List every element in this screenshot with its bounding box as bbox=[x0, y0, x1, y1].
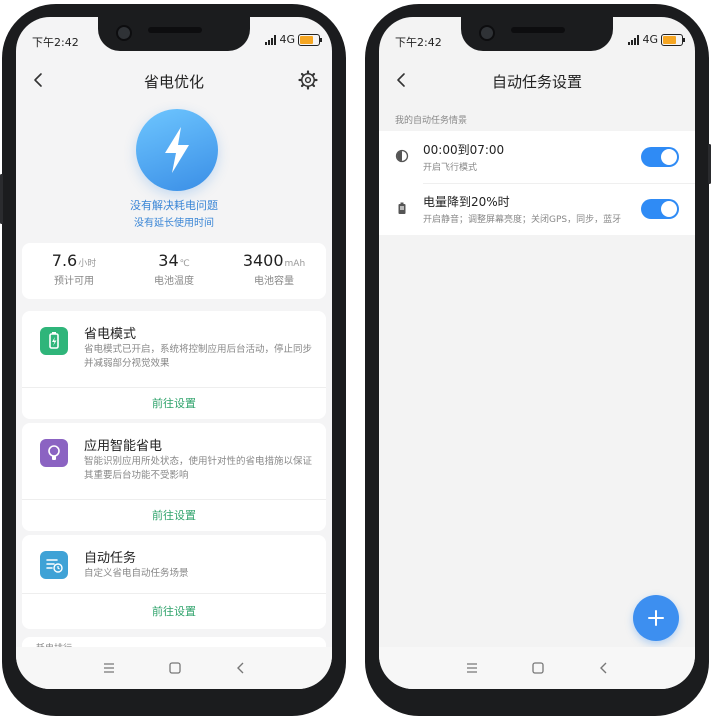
battery-saver-card: 省电模式 省电模式已开启，系统将控制应用后台活动，停止同步并减弱部分视觉效果 前… bbox=[22, 311, 326, 419]
navigation-bar bbox=[379, 647, 695, 689]
back-nav-icon[interactable] bbox=[595, 659, 613, 677]
network-type: 4G bbox=[642, 33, 658, 46]
battery-mode-icon bbox=[40, 327, 68, 355]
divider bbox=[22, 499, 326, 500]
page-title: 自动任务设置 bbox=[491, 73, 582, 91]
feature-desc: 智能识别应用所处状态，使用针对性的省电措施以保证其重要后台功能不受影响 bbox=[84, 456, 313, 481]
right-phone: 下午2:42 4G 自动任务设置 我的自动任务情景 00:00到07:00 开启… bbox=[365, 4, 711, 716]
lightbulb-icon bbox=[40, 439, 68, 467]
stat-unit: mAh bbox=[284, 259, 306, 269]
auto-task-card: 自动任务 自定义省电自动任务场景 前往设置 bbox=[22, 535, 326, 629]
home-icon[interactable] bbox=[529, 659, 547, 677]
task-item-airplane[interactable]: 00:00到07:00 开启飞行模式 bbox=[379, 131, 695, 184]
signal-icon bbox=[265, 34, 277, 45]
task-list-icon bbox=[40, 551, 68, 579]
task-item-low-battery[interactable]: 电量降到20%时 开启静音；调整屏幕亮度；关闭GPS，同步，蓝牙 bbox=[379, 183, 695, 235]
notch bbox=[98, 17, 250, 51]
stat-unit: ℃ bbox=[179, 259, 190, 269]
task-title: 电量降到20%时 bbox=[423, 195, 510, 209]
auto-task-list: 00:00到07:00 开启飞行模式 电量降到20%时 开启静音；调整屏幕亮度；… bbox=[379, 131, 695, 235]
divider bbox=[22, 593, 326, 594]
section-label: 我的自动任务情景 bbox=[395, 116, 468, 126]
task-title: 00:00到07:00 bbox=[423, 143, 505, 157]
gear-icon[interactable] bbox=[298, 70, 318, 90]
feature-title: 自动任务 bbox=[84, 551, 137, 566]
stat-battery-capacity: 3400mAh 电池容量 bbox=[224, 251, 324, 287]
plus-icon bbox=[648, 610, 664, 626]
menu-icon[interactable] bbox=[463, 659, 481, 677]
stat-value: 3400 bbox=[242, 251, 284, 270]
notch bbox=[461, 17, 613, 51]
back-nav-icon[interactable] bbox=[232, 659, 250, 677]
smart-saver-settings-link[interactable]: 前往设置 bbox=[22, 507, 326, 523]
status-icons: 4G bbox=[628, 33, 685, 46]
feature-desc: 自定义省电自动任务场景 bbox=[84, 568, 189, 579]
page-title: 省电优化 bbox=[143, 73, 204, 91]
header: 自动任务设置 bbox=[379, 65, 695, 95]
power-status-circle bbox=[136, 109, 218, 191]
task-desc: 开启飞行模式 bbox=[423, 163, 478, 173]
left-phone: 下午2:42 4G 省电优化 没有解决耗电问题 没有延长使用时间 7.6小时 预… bbox=[0, 4, 346, 716]
battery-saver-settings-link[interactable]: 前往设置 bbox=[22, 395, 326, 411]
header: 省电优化 bbox=[16, 65, 332, 95]
stat-value: 7.6 bbox=[51, 251, 78, 270]
battery-icon bbox=[298, 33, 322, 46]
task-toggle[interactable] bbox=[641, 199, 679, 219]
signal-icon bbox=[628, 34, 640, 45]
status-icons: 4G bbox=[265, 33, 322, 46]
add-task-button[interactable] bbox=[633, 595, 679, 641]
home-icon[interactable] bbox=[166, 659, 184, 677]
clock-icon bbox=[395, 149, 409, 163]
volume-button bbox=[0, 174, 3, 224]
left-screen: 下午2:42 4G 省电优化 没有解决耗电问题 没有延长使用时间 7.6小时 预… bbox=[16, 17, 332, 689]
navigation-bar bbox=[16, 647, 332, 689]
stat-battery-temp: 34℃ 电池温度 bbox=[124, 251, 224, 287]
network-type: 4G bbox=[279, 33, 295, 46]
right-screen: 下午2:42 4G 自动任务设置 我的自动任务情景 00:00到07:00 开启… bbox=[379, 17, 695, 689]
divider bbox=[22, 387, 326, 388]
auto-task-settings-link[interactable]: 前往设置 bbox=[22, 603, 326, 619]
stat-label: 电池温度 bbox=[154, 276, 194, 287]
menu-icon[interactable] bbox=[100, 659, 118, 677]
feature-title: 应用智能省电 bbox=[84, 439, 163, 454]
task-toggle[interactable] bbox=[641, 147, 679, 167]
feature-desc: 省电模式已开启，系统将控制应用后台活动，停止同步并减弱部分视觉效果 bbox=[84, 344, 313, 369]
battery-stats-card: 7.6小时 预计可用 34℃ 电池温度 3400mAh 电池容量 bbox=[22, 243, 326, 299]
stat-label: 预计可用 bbox=[54, 276, 94, 287]
task-desc: 开启静音；调整屏幕亮度；关闭GPS，同步，蓝牙 bbox=[423, 215, 622, 225]
feature-title: 省电模式 bbox=[84, 327, 137, 342]
battery-icon bbox=[661, 33, 685, 46]
status-time: 下午2:42 bbox=[32, 36, 79, 49]
smart-saver-card: 应用智能省电 智能识别应用所处状态，使用针对性的省电措施以保证其重要后台功能不受… bbox=[22, 423, 326, 531]
hero-sub-line: 没有延长使用时间 bbox=[134, 218, 214, 229]
stat-label: 电池容量 bbox=[254, 276, 294, 287]
stat-value: 34 bbox=[158, 251, 179, 270]
stat-usage-time: 7.6小时 预计可用 bbox=[24, 251, 124, 287]
hero-status-line: 没有解决耗电问题 bbox=[130, 199, 218, 212]
stat-unit: 小时 bbox=[78, 259, 97, 269]
lightning-icon bbox=[165, 127, 189, 173]
status-time: 下午2:42 bbox=[395, 36, 442, 49]
battery-low-icon bbox=[398, 202, 406, 214]
